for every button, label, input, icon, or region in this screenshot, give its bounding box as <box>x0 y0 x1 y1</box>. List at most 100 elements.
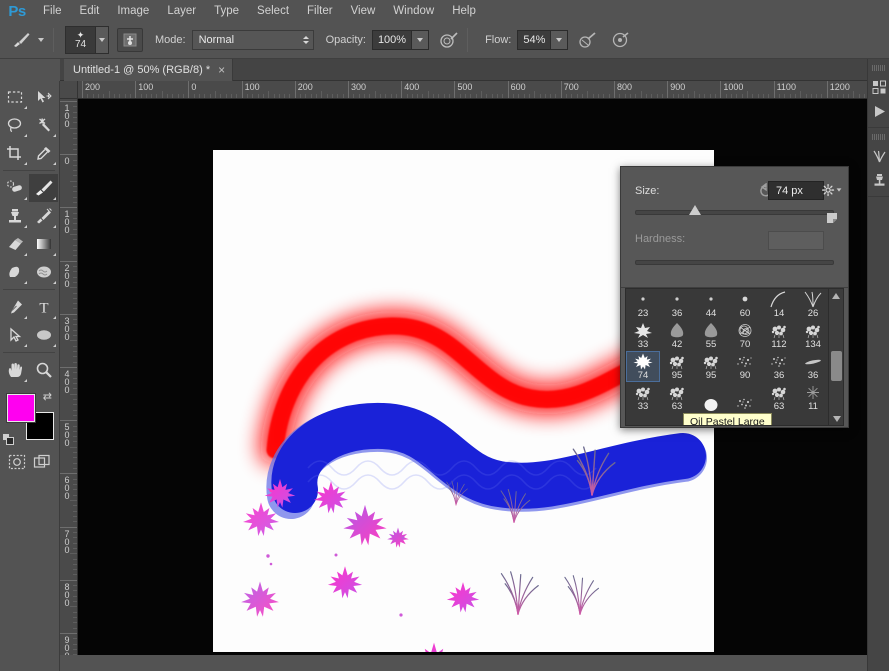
brush-preset-item[interactable] <box>694 382 728 413</box>
size-input[interactable]: 74 px <box>768 181 824 200</box>
tool-magic-wand[interactable] <box>29 111 58 139</box>
play-action-panel-icon[interactable] <box>868 99 889 123</box>
brush-preset-item[interactable]: 95 <box>660 351 694 382</box>
brush-preset-item[interactable]: 23 <box>626 289 660 320</box>
brush-list-scrollbar[interactable] <box>828 289 843 425</box>
menu-filter[interactable]: Filter <box>298 0 342 22</box>
tool-preset-dropdown[interactable] <box>34 29 48 51</box>
tool-crop[interactable] <box>0 139 29 167</box>
tool-path-selection[interactable] <box>0 321 29 349</box>
brush-preset-item[interactable]: 33 <box>626 382 660 413</box>
menu-edit[interactable]: Edit <box>71 0 109 22</box>
tool-ellipse-shape[interactable] <box>29 321 58 349</box>
brush-preset-item[interactable]: 60 <box>728 289 762 320</box>
tool-clone-stamp[interactable] <box>0 202 29 230</box>
blend-mode-stepper-icon[interactable] <box>299 31 313 49</box>
brush-preset-item[interactable]: 112 <box>762 320 796 351</box>
opacity-field[interactable]: 100% <box>371 30 430 50</box>
brush-preset-item[interactable]: 63 <box>660 382 694 413</box>
mode-buttons-row <box>0 448 59 479</box>
scroll-down-icon[interactable] <box>829 412 843 425</box>
menu-layer[interactable]: Layer <box>158 0 205 22</box>
brush-preset-picker-button[interactable]: ✦ 74 <box>65 26 109 54</box>
tool-hand[interactable] <box>0 356 29 384</box>
menu-help[interactable]: Help <box>443 0 485 22</box>
brush-preset-item[interactable] <box>728 382 762 413</box>
tool-lasso[interactable] <box>0 111 29 139</box>
tool-dodge[interactable] <box>29 258 58 286</box>
brush-preset-item[interactable]: 36 <box>762 351 796 382</box>
panel-grip[interactable] <box>872 65 885 71</box>
scrollbar-thumb[interactable] <box>831 351 842 381</box>
tool-blur[interactable] <box>0 258 29 286</box>
horizontal-ruler[interactable]: 200 100 0 100 200 300 400 500 600 700 800 900 1000 11… <box>78 81 867 99</box>
panel-grip[interactable] <box>872 134 885 140</box>
brush-preset-item[interactable]: 74 <box>626 351 660 382</box>
ruler-corner[interactable] <box>60 81 78 99</box>
tool-eraser[interactable] <box>0 230 29 258</box>
tool-gradient[interactable] <box>29 230 58 258</box>
screen-mode-icon[interactable] <box>33 454 51 473</box>
quick-mask-icon[interactable] <box>8 454 26 473</box>
gear-icon[interactable] <box>822 181 842 199</box>
tool-pen[interactable] <box>0 293 29 321</box>
brush-preset-item[interactable]: 55 <box>694 320 728 351</box>
brush-preset-item[interactable]: 36 <box>660 289 694 320</box>
vertical-ruler[interactable]: 100 0 100 200 300 400 500 600 700 800 900 <box>60 99 78 655</box>
document-tab[interactable]: Untitled-1 @ 50% (RGB/8) * × <box>64 59 234 81</box>
new-preset-icon[interactable] <box>825 211 841 227</box>
brush-preset-list[interactable]: 23 36 44 60 14 26 33 42 55 70 112 134 74 95 95 90 36 36 33… <box>625 288 844 426</box>
brush-preset-item[interactable]: 42 <box>660 320 694 351</box>
brush-preset-item[interactable]: 26 <box>796 289 830 320</box>
hardness-slider-track[interactable] <box>635 260 834 265</box>
tablet-pressure-button[interactable] <box>117 28 143 52</box>
tool-brush[interactable] <box>29 174 58 202</box>
tool-rectangular-marquee[interactable] <box>0 83 29 111</box>
tool-move[interactable] <box>29 83 58 111</box>
brush-preset-item[interactable]: 63 <box>762 382 796 413</box>
flow-dropdown-icon[interactable] <box>550 31 568 49</box>
pressure-size-button[interactable] <box>608 28 634 52</box>
menu-file[interactable]: File <box>34 0 71 22</box>
brush-preset-item[interactable]: 33 <box>626 320 660 351</box>
clone-source-panel-icon[interactable] <box>868 168 889 192</box>
scroll-up-icon[interactable] <box>829 289 843 302</box>
brush-preset-picker-panel[interactable]: Size: 74 px Hardness: 23 36 44 60 14 26 … <box>620 166 849 428</box>
ruler-tick <box>215 91 216 98</box>
default-colors-icon[interactable] <box>2 433 15 446</box>
photoshop-window: Ps File Edit Image Layer Type Select Fil… <box>0 0 889 671</box>
chevron-down-icon[interactable] <box>95 27 108 53</box>
close-icon[interactable]: × <box>218 64 225 76</box>
opacity-dropdown-icon[interactable] <box>411 31 429 49</box>
ruler-tick <box>629 94 631 98</box>
brush-preset-item[interactable]: 36 <box>796 351 830 382</box>
brush-panel-icon[interactable] <box>868 144 889 168</box>
color-swatches-panel-icon[interactable] <box>868 75 889 99</box>
tool-eyedropper[interactable] <box>29 139 58 167</box>
menu-window[interactable]: Window <box>384 0 443 22</box>
menu-image[interactable]: Image <box>108 0 158 22</box>
brush-preset-item[interactable]: 11 <box>796 382 830 413</box>
swap-colors-icon[interactable]: ⇄ <box>43 390 52 403</box>
brush-preset-item[interactable]: 90 <box>728 351 762 382</box>
size-slider-thumb[interactable] <box>689 205 701 215</box>
tool-zoom[interactable] <box>29 356 58 384</box>
current-tool-icon[interactable] <box>8 28 34 52</box>
size-slider-track[interactable] <box>635 210 834 215</box>
flow-field[interactable]: 54% <box>517 30 569 50</box>
brush-preset-item[interactable]: 14 <box>762 289 796 320</box>
pressure-opacity-button[interactable] <box>436 28 462 52</box>
airbrush-toggle-button[interactable] <box>575 28 601 52</box>
brush-preset-item[interactable]: 44 <box>694 289 728 320</box>
brush-preset-item[interactable]: 70 <box>728 320 762 351</box>
menu-select[interactable]: Select <box>248 0 298 22</box>
foreground-color-swatch[interactable] <box>7 394 35 422</box>
tool-history-brush[interactable] <box>29 202 58 230</box>
blend-mode-select[interactable]: Normal <box>191 30 314 50</box>
tool-spot-healing-brush[interactable] <box>0 174 29 202</box>
brush-preset-item[interactable]: 95 <box>694 351 728 382</box>
tool-type[interactable]: T <box>29 293 58 321</box>
menu-view[interactable]: View <box>342 0 385 22</box>
brush-preset-item[interactable]: 134 <box>796 320 830 351</box>
menu-type[interactable]: Type <box>205 0 248 22</box>
